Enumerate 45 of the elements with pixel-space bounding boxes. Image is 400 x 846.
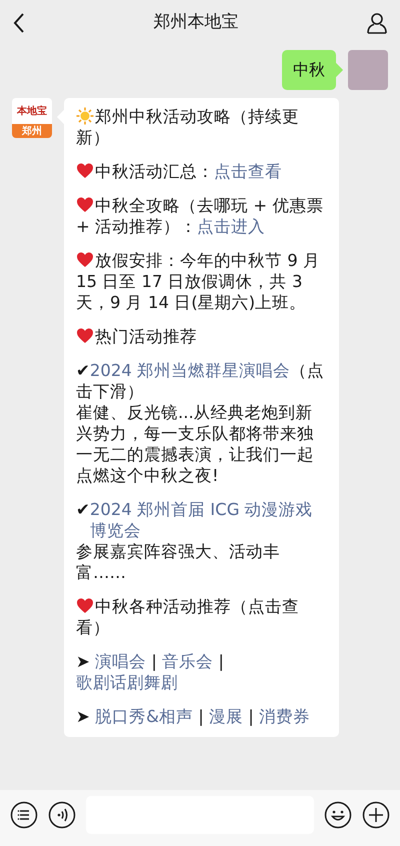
message-text: 放假安排：今年的中秋节 9 月 15 日至 17 日放假调休，共 3 天，9 月 14 日(星期六)上班。 (76, 250, 321, 313)
article-link[interactable]: 2024 郑州当燃群星演唱会 (90, 361, 290, 380)
article-link[interactable]: 歌剧话剧舞剧 (76, 673, 178, 692)
sun-icon (76, 107, 94, 125)
article-link[interactable]: 消费券 (259, 707, 310, 726)
logo-city-label: 郑州 (12, 124, 52, 138)
heart-icon (76, 162, 94, 180)
voice-icon (48, 801, 76, 829)
logo-text: 本地宝 (16, 104, 48, 118)
back-button[interactable] (12, 12, 26, 34)
heart-icon (76, 251, 94, 269)
heart-icon (76, 597, 94, 615)
profile-button[interactable] (366, 12, 388, 34)
voice-button[interactable] (48, 801, 76, 829)
message-text: 参展嘉宾阵容强大、活动丰富…… (76, 541, 281, 583)
sent-message: 中秋 (282, 50, 336, 90)
check-mark: ✔ (76, 499, 90, 520)
article-link[interactable]: 音乐会 (162, 652, 214, 671)
menu-button[interactable] (10, 801, 38, 829)
message-text: ✔2024 郑州当燃群星演唱会（点击下滑） (76, 360, 326, 402)
message-text: 崔健、反光镜...从经典老炮到新兴势力，每一支乐队都将带来独一无二的震撼表演，让我们一起点燃这个中秋之夜! (76, 402, 315, 486)
message-text: ➤ 演唱会 | 音乐会 | 歌剧话剧舞剧 (76, 651, 225, 693)
person-icon (366, 12, 388, 34)
heart-icon (76, 327, 94, 345)
message-text: 郑州中秋活动攻略（持续更新） (76, 106, 300, 148)
article-link[interactable]: 脱口秀&相声 (95, 707, 193, 726)
user-avatar (348, 50, 388, 90)
article-link[interactable]: 点击查看 (214, 162, 282, 181)
article-link[interactable]: 2024 郑州首届 ICG 动漫游戏博览会 (90, 499, 328, 541)
plus-icon (362, 801, 390, 829)
article-link[interactable]: 点击进入 (197, 217, 266, 236)
back-icon (12, 12, 26, 34)
message-text: ➤ 脱口秀&相声 | 漫展 | 消费券 (76, 706, 312, 727)
message-text: 热门活动推荐 (76, 326, 328, 347)
article-link[interactable]: 演唱会 (95, 652, 146, 671)
emoji-button[interactable] (324, 801, 352, 829)
article-link[interactable]: 漫展 (209, 707, 244, 726)
message-text: 中秋活动汇总：点击查看 (76, 161, 328, 182)
message-text: 中秋各种活动推荐（点击查看） (76, 596, 300, 638)
menu-icon (10, 801, 38, 829)
heart-icon (76, 196, 94, 214)
add-button[interactable] (362, 801, 390, 829)
window-title: 郑州本地宝 (154, 11, 238, 34)
message-text: 中秋全攻略（去哪玩 + 优惠票 + 活动推荐）：点击进入 (76, 195, 324, 237)
emoji-icon (324, 801, 352, 829)
